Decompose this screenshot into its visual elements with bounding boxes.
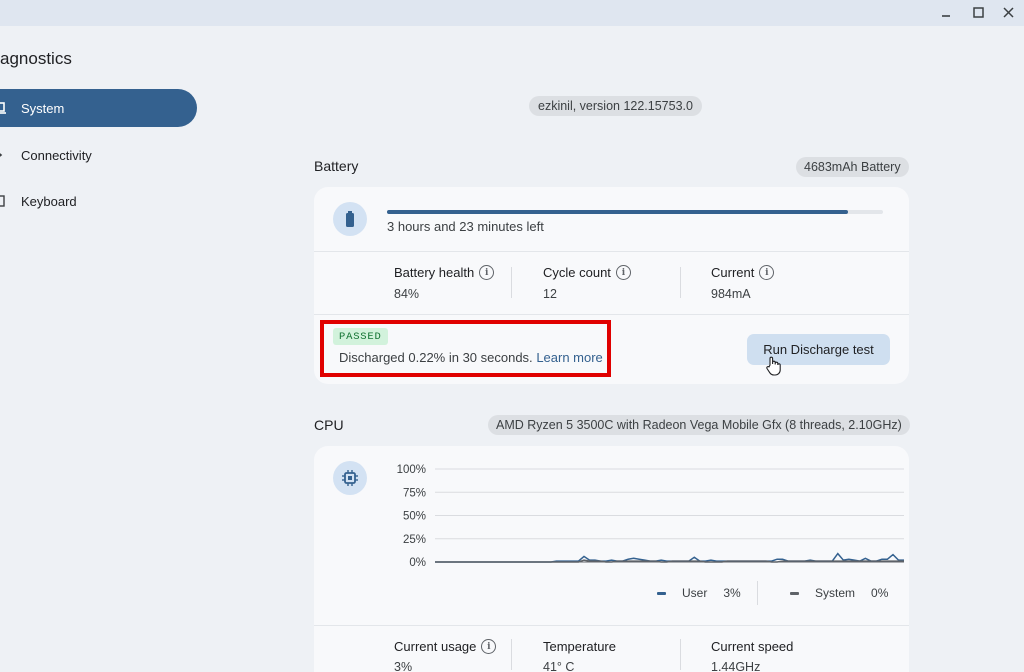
info-icon[interactable]: i: [479, 265, 495, 280]
app-title: agnostics: [0, 49, 72, 68]
legend-swatch: [657, 591, 666, 595]
y-tick-label: 100%: [397, 464, 426, 476]
info-icon[interactable]: i: [481, 639, 497, 654]
sidebar-item-keyboard[interactable]: Keyboard: [0, 182, 197, 220]
current-value: 984mA: [711, 287, 751, 301]
legend-name: User: [682, 586, 708, 600]
y-tick-label: 25%: [403, 534, 426, 546]
temperature-value: 41° C: [543, 660, 575, 672]
stat-label-text: Current speed: [711, 639, 794, 654]
cpu-card: 100% 75% 50% 25% 0% User 3% System 0% Curren…: [314, 446, 909, 672]
stat-label-text: Temperature: [543, 639, 616, 654]
current-speed-value: 1.44GHz: [711, 660, 761, 672]
current-label: Current i: [711, 265, 775, 280]
stat-label-text: Cycle count: [543, 265, 611, 280]
stat-label-text: Current: [711, 265, 755, 280]
info-icon[interactable]: i: [759, 265, 775, 280]
divider: [757, 581, 758, 605]
battery-section-title: Battery: [314, 158, 359, 174]
y-tick-label: 50%: [403, 511, 426, 523]
sidebar-item-label: System: [21, 100, 65, 116]
legend-value: 3%: [723, 586, 741, 600]
legend-user: User 3%: [657, 586, 741, 600]
laptop-icon: [0, 102, 6, 114]
legend-system: System 0%: [790, 586, 888, 600]
battery-time-left: 3 hours and 23 minutes left: [387, 219, 544, 234]
stat-label-text: Current usage: [394, 639, 477, 654]
battery-health-label: Battery health i: [394, 265, 495, 280]
hand-cursor-icon: [766, 356, 782, 381]
connectivity-icon: [0, 149, 6, 161]
legend-value: 0%: [871, 586, 889, 600]
divider: [680, 267, 681, 298]
stat-label-text: Battery health: [394, 265, 475, 280]
divider: [314, 625, 909, 626]
minimize-icon[interactable]: [934, 2, 958, 22]
keyboard-icon: [0, 195, 6, 207]
version-chip: ezkinil, version 122.15753.0: [529, 96, 702, 116]
cycle-count-value: 12: [543, 287, 557, 301]
cpu-usage-chart: 100% 75% 50% 25% 0%: [397, 464, 904, 569]
sidebar-item-system[interactable]: System: [0, 89, 197, 127]
cycle-count-label: Cycle count i: [543, 265, 631, 280]
battery-charge-fill: [387, 210, 849, 214]
current-usage-value: 3%: [394, 660, 413, 672]
title-bar: [0, 0, 1024, 26]
info-icon[interactable]: i: [615, 265, 631, 280]
battery-capacity-chip: 4683mAh Battery: [796, 157, 909, 177]
current-usage-label: Current usage i: [394, 639, 497, 654]
battery-health-value: 84%: [394, 287, 420, 301]
highlight-annotation: [320, 320, 611, 377]
sidebar-item-label: Connectivity: [21, 147, 92, 163]
y-tick-label: 0%: [409, 557, 426, 569]
cpu-section-title: CPU: [314, 417, 344, 433]
temperature-label: Temperature: [543, 639, 616, 654]
battery-icon: [333, 202, 367, 236]
close-icon[interactable]: [996, 2, 1020, 22]
battery-charge-bar: [387, 210, 883, 214]
legend-swatch: [790, 591, 799, 595]
sidebar-item-label: Keyboard: [21, 193, 77, 209]
sidebar-item-connectivity[interactable]: Connectivity: [0, 136, 197, 174]
current-speed-label: Current speed: [711, 639, 793, 654]
divider: [511, 267, 512, 298]
divider: [680, 639, 681, 670]
cpu-model-chip: AMD Ryzen 5 3500C with Radeon Vega Mobil…: [488, 415, 910, 435]
maximize-icon[interactable]: [966, 2, 990, 22]
legend-name: System: [815, 586, 856, 600]
divider: [511, 639, 512, 670]
divider: [314, 251, 909, 252]
divider: [314, 314, 909, 315]
y-tick-label: 75%: [403, 487, 426, 499]
